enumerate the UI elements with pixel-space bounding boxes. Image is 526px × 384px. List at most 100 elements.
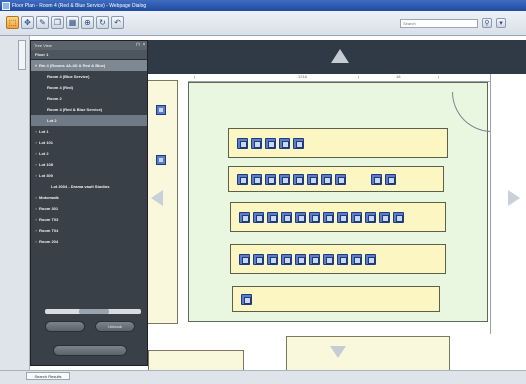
- tree-item-label: Room 204: [39, 239, 59, 244]
- bottom-tab-strip: Search Results: [0, 370, 526, 384]
- seat-icon[interactable]: [267, 212, 278, 223]
- ruler-label: 1218: [298, 74, 307, 79]
- copy-icon[interactable]: ❐: [51, 16, 64, 29]
- tree-item-label: Room 4 (Blue Service): [47, 74, 90, 79]
- bench[interactable]: [230, 202, 446, 232]
- seat-icon[interactable]: [293, 174, 304, 185]
- seat-icon[interactable]: [323, 254, 334, 265]
- room-bottom-left[interactable]: [148, 350, 244, 370]
- seat-icon[interactable]: [365, 212, 376, 223]
- pan-right-arrow-icon[interactable]: [508, 190, 520, 206]
- left-dock-gutter: [0, 36, 30, 370]
- seat-icon[interactable]: [307, 174, 318, 185]
- panel-left-button[interactable]: [45, 321, 85, 332]
- seat-icon[interactable]: [156, 155, 166, 165]
- tree-item[interactable]: › Lot 108: [31, 159, 147, 170]
- tree-item[interactable]: › Lot 1: [31, 126, 147, 137]
- seat-icon[interactable]: [335, 174, 346, 185]
- seat-icon[interactable]: [293, 138, 304, 149]
- seat-icon[interactable]: [309, 212, 320, 223]
- tree-item[interactable]: › Room 204: [31, 236, 147, 247]
- floor-plan-map[interactable]: | 1218 | 18 |: [148, 40, 526, 370]
- pan-left-arrow-icon[interactable]: [151, 190, 163, 206]
- seat-icon[interactable]: [379, 212, 390, 223]
- select-icon[interactable]: ⬚: [6, 16, 19, 29]
- seat-icon[interactable]: [253, 254, 264, 265]
- tree-item[interactable]: › Lot 300: [31, 170, 147, 181]
- undo-icon[interactable]: ↶: [111, 16, 124, 29]
- seat-icon[interactable]: [267, 254, 278, 265]
- draw-icon[interactable]: ✎: [36, 16, 49, 29]
- search-results-tab[interactable]: Search Results: [26, 372, 70, 380]
- tree-item[interactable]: › Lot 101: [31, 137, 147, 148]
- tree-item[interactable]: Lot 2004 - Drama vault Studios: [31, 181, 147, 192]
- seat-icon[interactable]: [295, 212, 306, 223]
- seat-icon[interactable]: [351, 212, 362, 223]
- seat-icon[interactable]: [239, 254, 250, 265]
- tree-item[interactable]: Lot 2: [31, 115, 147, 126]
- tree-item[interactable]: Room 4 (Blue Service): [31, 71, 147, 82]
- tree-item[interactable]: › Lot 2: [31, 148, 147, 159]
- tree-item[interactable]: › Room 301: [31, 203, 147, 214]
- seat-icon[interactable]: [251, 174, 262, 185]
- bench[interactable]: [232, 286, 440, 312]
- seat-icon[interactable]: [279, 174, 290, 185]
- tree-item[interactable]: › Room T04: [31, 225, 147, 236]
- map-ruler: | 1218 | 18 |: [188, 74, 518, 82]
- window-titlebar: Floor Plan - Room 4 (Red & Blue Service)…: [0, 0, 526, 11]
- seat-icon[interactable]: [237, 174, 248, 185]
- seat-icon[interactable]: [337, 212, 348, 223]
- seat-icon[interactable]: [351, 254, 362, 265]
- tree-item[interactable]: › Motorwalk: [31, 192, 147, 203]
- ruler-label: |: [194, 74, 196, 79]
- seat-icon[interactable]: [371, 174, 382, 185]
- search-input[interactable]: [400, 19, 478, 28]
- seat-icon[interactable]: [241, 294, 252, 305]
- tree-floor-node[interactable]: Floor 1: [31, 50, 147, 60]
- seat-icon[interactable]: [393, 212, 404, 223]
- seat-icon[interactable]: [265, 138, 276, 149]
- bench[interactable]: [230, 244, 446, 274]
- seat-icon[interactable]: [365, 254, 376, 265]
- map-nav-bar: [148, 40, 526, 74]
- bench[interactable]: [228, 128, 448, 158]
- panel-bottom-button[interactable]: [53, 345, 127, 356]
- tree-item[interactable]: Room 2: [31, 93, 147, 104]
- tree-item[interactable]: › Room T03: [31, 214, 147, 225]
- seat-icon[interactable]: [237, 138, 248, 149]
- seat-icon[interactable]: [281, 212, 292, 223]
- tree-item-label: Lot 1: [39, 129, 49, 134]
- seat-icon[interactable]: [279, 138, 290, 149]
- rotate-icon[interactable]: ↻: [96, 16, 109, 29]
- seat-icon[interactable]: [321, 174, 332, 185]
- seat-icon[interactable]: [251, 138, 262, 149]
- search-icon[interactable]: ⚲: [482, 18, 492, 28]
- tree-item[interactable]: Room 4 (Red & Blue Service): [31, 104, 147, 115]
- close-icon[interactable]: ×: [141, 42, 147, 48]
- seat-icon[interactable]: [323, 212, 334, 223]
- table-icon[interactable]: ▦: [66, 16, 79, 29]
- seat-icon[interactable]: [309, 254, 320, 265]
- tree-horizontal-scrollbar[interactable]: [45, 309, 141, 314]
- seat-icon[interactable]: [156, 105, 166, 115]
- seat-icon[interactable]: [253, 212, 264, 223]
- dock-tab[interactable]: [18, 40, 26, 70]
- pan-up-arrow-icon[interactable]: [331, 49, 349, 63]
- pan-down-arrow-icon[interactable]: [330, 346, 346, 358]
- scrollbar-thumb[interactable]: [79, 309, 109, 314]
- toolbar: ⬚✥✎❐▦⊕↻↶ ⚲ ▾: [0, 11, 526, 36]
- seat-icon[interactable]: [281, 254, 292, 265]
- pan-icon[interactable]: ✥: [21, 16, 34, 29]
- zoom-icon[interactable]: ⊕: [81, 16, 94, 29]
- seat-icon[interactable]: [265, 174, 276, 185]
- seat-icon[interactable]: [295, 254, 306, 265]
- tree-item[interactable]: ▾ Rm 4 (Rooms 4A-4D & Red & Blue): [31, 60, 147, 71]
- seat-icon[interactable]: [239, 212, 250, 223]
- seat-icon[interactable]: [385, 174, 396, 185]
- unbook-button[interactable]: Unbook: [95, 321, 135, 332]
- tree-item[interactable]: Room 4 (Red): [31, 82, 147, 93]
- bench[interactable]: [228, 166, 444, 192]
- seat-icon[interactable]: [337, 254, 348, 265]
- room-bottom-center[interactable]: [286, 336, 450, 370]
- dropdown-icon[interactable]: ▾: [496, 18, 506, 28]
